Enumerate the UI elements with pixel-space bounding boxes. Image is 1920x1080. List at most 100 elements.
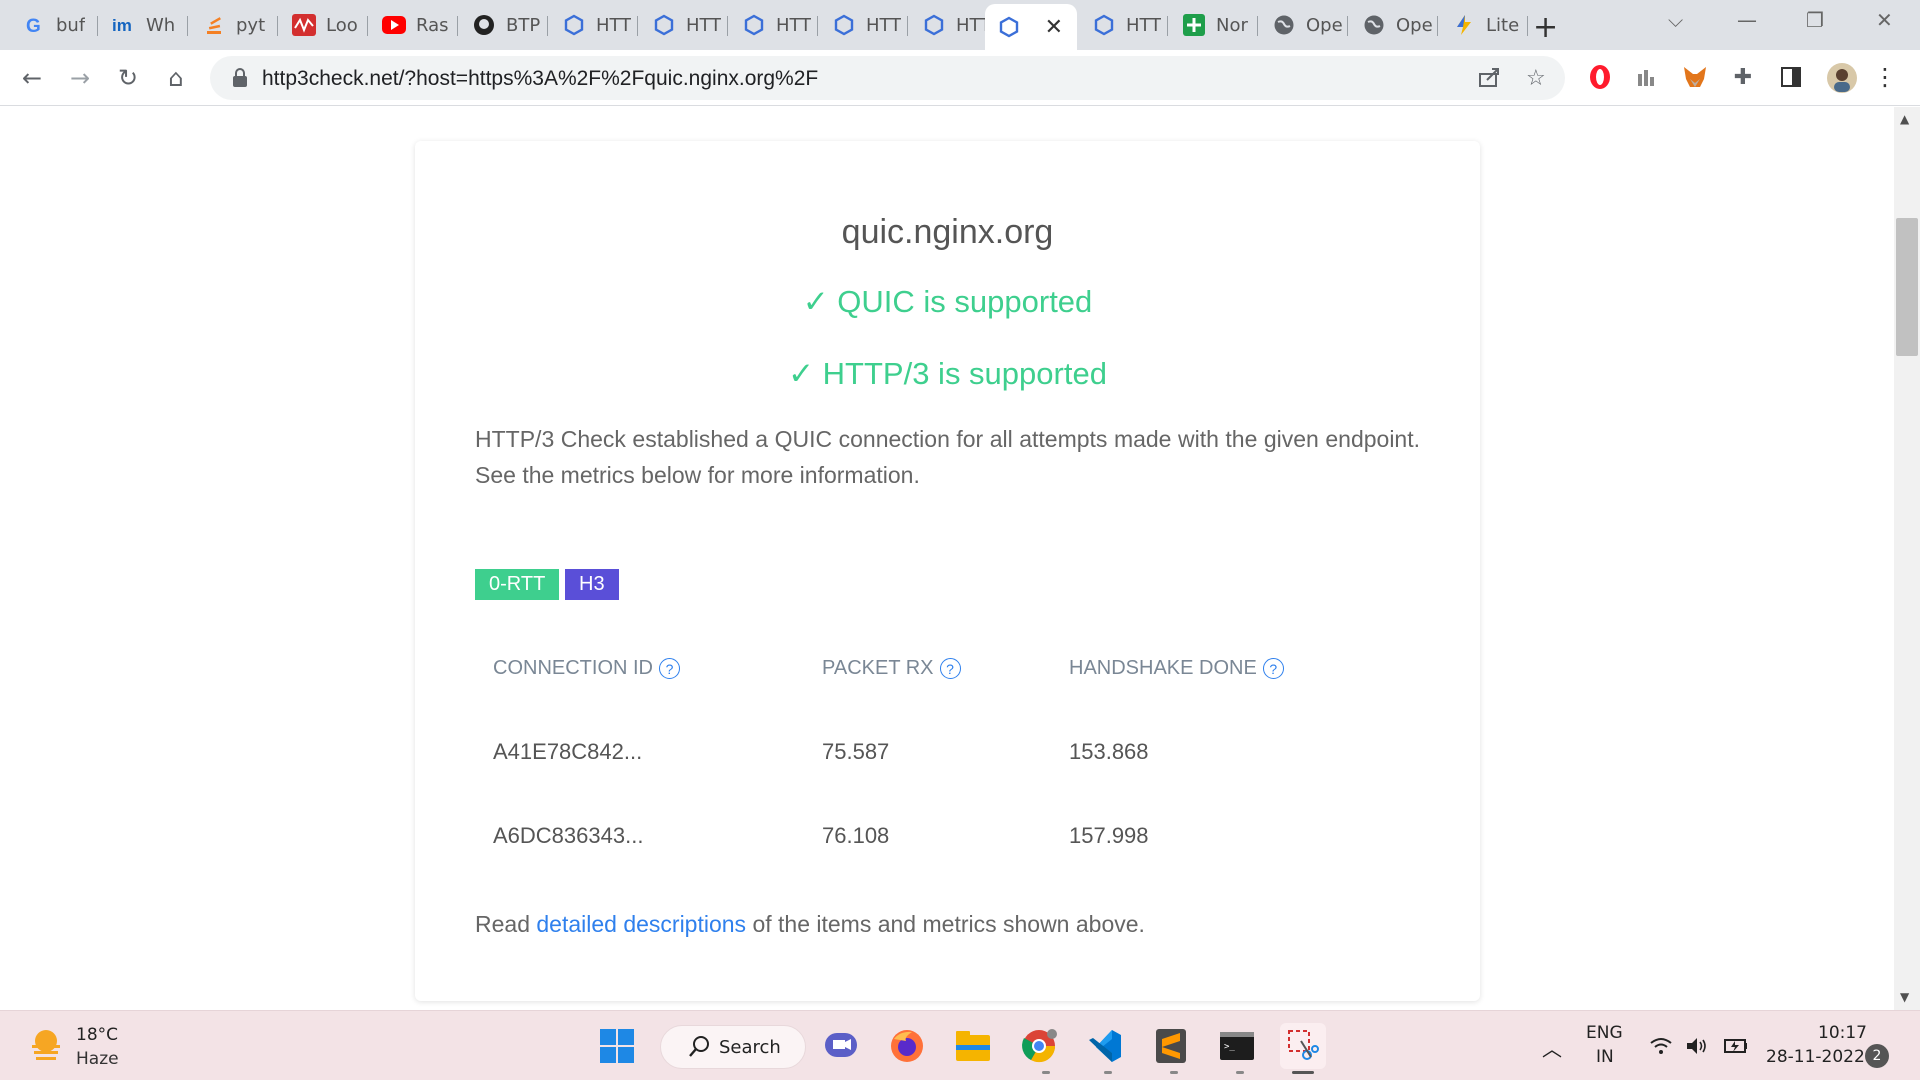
tab-analytics[interactable]: Loo (280, 8, 368, 42)
google-icon: G (22, 13, 46, 37)
weather-haze-icon[interactable] (28, 1027, 64, 1067)
minimize-icon[interactable]: — (1737, 8, 1757, 32)
hexagon-icon (742, 13, 766, 37)
hexagon-icon (832, 13, 856, 37)
quic-status: ✓ QUIC is supported (802, 284, 1093, 319)
tab-notion[interactable]: Nor (1170, 8, 1258, 42)
tab-youtube[interactable]: Ras (370, 8, 458, 42)
terminal-icon[interactable]: >_ (1214, 1023, 1260, 1069)
badge-h3: H3 (565, 569, 619, 600)
restore-icon[interactable]: ❐ (1806, 8, 1824, 32)
tab-stackoverflow[interactable]: pyt (190, 8, 278, 42)
home-icon[interactable]: ⌂ (160, 62, 192, 94)
scroll-down-arrow-icon[interactable]: ▼ (1900, 990, 1909, 1004)
browser-toolbar: ← → ↻ ⌂ http3check.net/?host=https%3A%2F… (0, 50, 1920, 106)
tab-http3-4[interactable]: HTT (820, 8, 908, 42)
badge-0rtt: 0-RTT (475, 569, 560, 600)
page-viewport: quic.nginx.org ✓ QUIC is supported ✓ HTT… (0, 107, 1920, 1010)
result-card: quic.nginx.org ✓ QUIC is supported ✓ HTT… (415, 141, 1480, 1001)
tab-http3-6[interactable]: HTT (1080, 8, 1168, 42)
footer-note: Read detailed descriptions of the items … (475, 911, 1145, 938)
clock-time[interactable]: 10:17 (1818, 1023, 1867, 1043)
lock-icon[interactable] (232, 68, 248, 92)
footer-text-after: of the items and metrics shown above. (746, 911, 1145, 937)
cell-packet-rx: 76.108 (822, 823, 890, 848)
help-icon[interactable]: ? (939, 658, 961, 679)
tab-http3-3[interactable]: HTT (730, 8, 818, 42)
metamask-fox-icon[interactable] (1682, 64, 1708, 90)
tab-google[interactable]: G buf (10, 8, 98, 42)
bookmark-star-icon[interactable]: ☆ (1526, 66, 1546, 91)
weather-temperature[interactable]: 18°C (76, 1025, 118, 1045)
weather-condition[interactable]: Haze (76, 1049, 119, 1069)
side-panel-icon[interactable] (1778, 64, 1804, 90)
tab-open-2[interactable]: Ope (1350, 8, 1438, 42)
extensions-puzzle-icon[interactable]: ✚ (1730, 64, 1756, 90)
tab-open-1[interactable]: Ope (1260, 8, 1348, 42)
result-description: HTTP/3 Check established a QUIC connecti… (475, 426, 1420, 488)
svg-text:G: G (26, 16, 41, 36)
running-indicator (1104, 1071, 1112, 1074)
tab-active-http3check[interactable]: ✕ (985, 4, 1077, 50)
vscode-icon[interactable] (1082, 1023, 1128, 1069)
svg-text:im: im (112, 16, 132, 35)
address-bar[interactable]: http3check.net/?host=https%3A%2F%2Fquic.… (210, 56, 1565, 100)
host-title: quic.nginx.org (841, 213, 1054, 251)
language-code[interactable]: ENG (1586, 1023, 1623, 1043)
cell-handshake-done: 153.868 (1069, 739, 1149, 764)
svg-text:>_: >_ (1224, 1042, 1235, 1052)
wifi-icon[interactable] (1650, 1037, 1672, 1059)
snipping-tool-icon[interactable] (1280, 1023, 1326, 1069)
search-label: Search (719, 1036, 781, 1058)
tab-search-icon[interactable]: ⌵ (1668, 8, 1683, 32)
cell-handshake-done: 157.998 (1069, 823, 1149, 848)
menu-dots-icon[interactable]: ⋮ (1872, 63, 1898, 91)
new-tab-button[interactable]: + (1533, 10, 1558, 45)
analytics-icon (292, 13, 316, 37)
tab-im[interactable]: im Wh (100, 8, 188, 42)
forward-arrow-icon[interactable]: → (64, 62, 96, 94)
language-region[interactable]: IN (1596, 1047, 1614, 1067)
hexagon-icon (652, 13, 676, 37)
http3-status: ✓ HTTP/3 is supported (788, 356, 1107, 391)
sublime-text-icon[interactable] (1148, 1023, 1194, 1069)
im-icon: im (112, 13, 136, 37)
cell-packet-rx: 75.587 (822, 739, 890, 764)
url-text[interactable]: http3check.net/?host=https%3A%2F%2Fquic.… (262, 67, 818, 91)
close-tab-icon[interactable]: ✕ (1045, 15, 1063, 40)
running-indicator (1170, 1071, 1178, 1074)
share-icon[interactable] (1478, 66, 1502, 94)
volume-icon[interactable] (1686, 1037, 1708, 1059)
tab-lite[interactable]: Lite (1440, 8, 1528, 42)
windows-start-icon[interactable] (594, 1023, 640, 1069)
globe-icon (1362, 13, 1386, 37)
file-explorer-icon[interactable] (950, 1023, 996, 1069)
help-icon[interactable]: ? (1262, 658, 1284, 679)
tab-github[interactable]: BTP (460, 8, 548, 42)
scroll-up-arrow-icon[interactable]: ▲ (1900, 112, 1909, 126)
hexagon-icon (562, 13, 586, 37)
tab-http3-1[interactable]: HTT (550, 8, 638, 42)
tab-http3-2[interactable]: HTT (640, 8, 728, 42)
back-arrow-icon[interactable]: ← (16, 62, 48, 94)
taskbar-search[interactable]: Search (660, 1025, 806, 1069)
close-window-icon[interactable]: ✕ (1876, 8, 1893, 32)
windows-taskbar: 18°C Haze Search >_ ︿ ENG IN 10:17 28-11… (0, 1010, 1920, 1080)
clock-date[interactable]: 28-11-2022 (1766, 1047, 1865, 1067)
plus-green-icon (1182, 13, 1206, 37)
opera-extension-icon[interactable] (1587, 64, 1613, 90)
battery-charging-icon[interactable] (1722, 1037, 1748, 1059)
firefox-icon[interactable] (884, 1023, 930, 1069)
detailed-descriptions-link[interactable]: detailed descriptions (536, 911, 746, 937)
help-icon[interactable]: ? (659, 658, 680, 679)
reload-icon[interactable]: ↻ (112, 62, 144, 94)
globe-icon (1272, 13, 1296, 37)
tray-overflow-chevron-icon[interactable]: ︿ (1542, 1033, 1562, 1062)
tab-strip: G buf im Wh pyt Loo Ras BTP HTT HTT HTT … (0, 0, 1920, 50)
scrollbar-thumb[interactable] (1896, 218, 1918, 356)
stats-extension-icon[interactable] (1635, 64, 1661, 90)
notification-badge[interactable]: 2 (1865, 1044, 1889, 1068)
profile-avatar[interactable] (1826, 62, 1858, 94)
chrome-icon[interactable] (1016, 1023, 1062, 1069)
teams-chat-icon[interactable] (818, 1023, 864, 1069)
